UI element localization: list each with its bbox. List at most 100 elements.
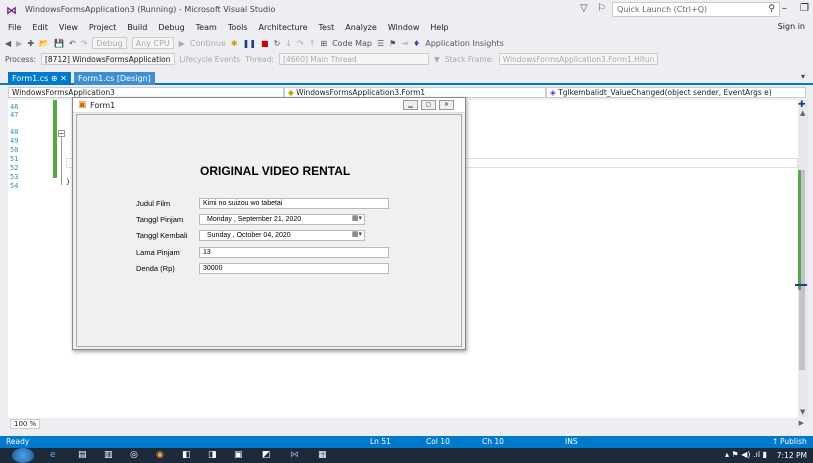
search-icon: ⚲ xyxy=(768,4,775,14)
app5-icon[interactable]: ◩ xyxy=(262,450,271,460)
open-icon[interactable]: 📂 xyxy=(39,39,49,48)
visual-studio-task-icon[interactable]: ⋈ xyxy=(290,450,299,460)
minimize-icon[interactable]: – xyxy=(782,3,787,14)
app2-icon[interactable]: ◧ xyxy=(182,450,191,460)
pin-icon[interactable]: ⊕ ✕ xyxy=(51,74,67,83)
app-icon[interactable]: ◎ xyxy=(130,450,138,460)
stack-frame-select[interactable]: WindowsFormsApplication3.Form1.Hitun xyxy=(498,53,659,65)
form-task-icon[interactable]: ▦ xyxy=(318,450,327,460)
scroll-up-icon[interactable]: ▲ xyxy=(800,109,805,117)
app-insights-button[interactable]: Application Insights xyxy=(425,39,504,48)
zoom-select[interactable]: 100 % xyxy=(10,419,41,429)
member-dropdown-value: Tglkembalidt_ValueChanged(object sender,… xyxy=(558,88,772,97)
class-dropdown-value: WindowsFormsApplication3.Form1 xyxy=(296,88,426,97)
windows-taskbar: e ▤ ▥ ◎ ◉ ◧ ◨ ▣ ◩ ⋈ ▦ ▴ ⚑ ◀) .ıl ▮ 7:12 … xyxy=(0,448,813,463)
platform-select[interactable]: Any CPU xyxy=(131,37,174,49)
outlining-margin xyxy=(58,130,65,185)
app4-icon[interactable]: ▣ xyxy=(234,450,243,460)
menu-bar: File Edit View Project Build Debug Team … xyxy=(0,20,813,34)
menu-window[interactable]: Window xyxy=(388,23,420,32)
filter-icon[interactable]: ▽ xyxy=(580,3,588,14)
notification-icon[interactable]: ⚐ xyxy=(597,3,606,14)
restore-icon[interactable]: ❐ xyxy=(800,3,809,14)
forward-icon[interactable]: ▶ xyxy=(16,39,22,48)
tanggal-kembali-label: Tanggl Kembali xyxy=(136,231,188,240)
lifecycle-events-button[interactable]: Lifecycle Events xyxy=(180,55,241,64)
menu-architecture[interactable]: Architecture xyxy=(259,23,308,32)
save-icon[interactable]: 💾 xyxy=(54,39,64,48)
sign-in-link[interactable]: Sign in xyxy=(778,22,805,31)
judul-film-input[interactable]: Kimi no suizou wo tabetai xyxy=(199,198,389,209)
system-tray-icons[interactable]: ▴ ⚑ ◀) .ıl ▮ xyxy=(725,450,767,459)
status-column: Col 10 xyxy=(426,437,450,446)
calendar-dropdown-icon[interactable]: ▦▾ xyxy=(352,215,362,223)
step-over-icon[interactable]: ↷ xyxy=(297,39,304,48)
scroll-down-icon[interactable]: ▼ xyxy=(800,408,805,416)
app3-icon[interactable]: ◨ xyxy=(208,450,217,460)
explorer-icon[interactable]: ▤ xyxy=(78,450,87,460)
form-close-icon[interactable]: ✕ xyxy=(439,100,454,110)
library-icon[interactable]: ▥ xyxy=(104,450,113,460)
code-map-button[interactable]: Code Map xyxy=(332,39,372,48)
project-dropdown-value: WindowsFormsApplication3 xyxy=(12,88,115,97)
tab-form1-cs[interactable]: Form1.cs ⊕ ✕ xyxy=(8,72,71,85)
line-number: 47 xyxy=(10,111,19,119)
menu-file[interactable]: File xyxy=(8,23,21,32)
fire-icon[interactable]: ✱ xyxy=(231,39,238,48)
thread-select[interactable]: [4660] Main Thread xyxy=(278,53,429,65)
menu-build[interactable]: Build xyxy=(127,23,147,32)
denda-input[interactable]: 30000 xyxy=(199,263,389,274)
line-number: 49 xyxy=(10,137,19,145)
tanggal-pinjam-datepicker[interactable]: Monday , September 21, 2020 ▦▾ xyxy=(199,214,365,225)
lama-pinjam-input[interactable]: 13 xyxy=(199,247,389,258)
tab-dropdown-icon[interactable]: ▾ xyxy=(801,72,805,81)
menu-debug[interactable]: Debug xyxy=(158,23,184,32)
quick-launch-placeholder: Quick Launch (Ctrl+Q) xyxy=(617,5,708,14)
stop-icon[interactable]: ■ xyxy=(261,39,269,48)
indent-icon[interactable]: ⇥ xyxy=(401,39,408,48)
bookmark-icon[interactable]: ⚑ xyxy=(389,39,396,48)
step-into-icon[interactable]: ↓ xyxy=(285,39,292,48)
menu-help[interactable]: Help xyxy=(430,23,448,32)
status-bar: Ready Ln 51 Col 10 Ch 10 INS ↑ Publish xyxy=(0,436,813,448)
continue-button[interactable]: Continue xyxy=(190,39,226,48)
tanggal-kembali-datepicker[interactable]: Sunday , October 04, 2020 ▦▾ xyxy=(199,230,365,241)
menu-tools[interactable]: Tools xyxy=(228,23,248,32)
method-icon: ◈ xyxy=(550,88,559,97)
menu-test[interactable]: Test xyxy=(319,23,335,32)
debug-location-toolbar: Process: [8712] WindowsFormsApplication … xyxy=(0,52,813,66)
menu-view[interactable]: View xyxy=(59,23,78,32)
configuration-select[interactable]: Debug xyxy=(92,37,127,49)
start-button-icon[interactable] xyxy=(12,448,34,463)
lama-pinjam-value: 13 xyxy=(203,249,211,256)
restart-icon[interactable]: ↻ xyxy=(274,39,281,48)
scroll-right-icon[interactable]: ▶ xyxy=(799,419,804,427)
code-map-icon: ⊞ xyxy=(320,38,328,48)
form-maximize-icon[interactable]: ▢ xyxy=(421,100,436,110)
comment-icon[interactable]: ☰ xyxy=(377,39,384,48)
calendar-dropdown-icon[interactable]: ▦▾ xyxy=(352,231,362,239)
media-icon[interactable]: ◉ xyxy=(156,450,164,460)
filter-thread-icon[interactable]: ▼ xyxy=(434,55,440,64)
menu-project[interactable]: Project xyxy=(89,23,116,32)
redo-icon[interactable]: ↷ xyxy=(81,39,88,48)
member-dropdown[interactable]: ◈ Tglkembalidt_ValueChanged(object sende… xyxy=(546,87,806,98)
ie-icon[interactable]: e xyxy=(50,450,56,460)
new-project-icon[interactable]: ✚ xyxy=(27,39,34,48)
form1-title-bar[interactable]: ▣ Form1 ▁ ▢ ✕ xyxy=(73,98,465,113)
step-out-icon[interactable]: ↑ xyxy=(309,39,316,48)
publish-button[interactable]: Publish xyxy=(780,437,807,446)
undo-icon[interactable]: ↶ xyxy=(69,39,76,48)
pause-icon[interactable]: ❚❚ xyxy=(243,39,256,48)
back-icon[interactable]: ◀ xyxy=(5,39,11,48)
standard-toolbar: ◀ ▶ ✚ 📂 💾 ↶ ↷ Debug Any CPU ▶ Continue ✱… xyxy=(0,35,813,51)
form-minimize-icon[interactable]: ▁ xyxy=(403,100,418,110)
process-select[interactable]: [8712] WindowsFormsApplication xyxy=(40,53,175,65)
menu-team[interactable]: Team xyxy=(196,23,217,32)
menu-analyze[interactable]: Analyze xyxy=(345,23,377,32)
tab-form1-design[interactable]: Form1.cs [Design] xyxy=(74,72,155,85)
menu-edit[interactable]: Edit xyxy=(32,23,48,32)
thread-label: Thread: xyxy=(245,54,274,64)
quick-launch-input[interactable]: Quick Launch (Ctrl+Q) ⚲ xyxy=(612,2,780,17)
judul-film-label: Judul Film xyxy=(136,199,171,208)
